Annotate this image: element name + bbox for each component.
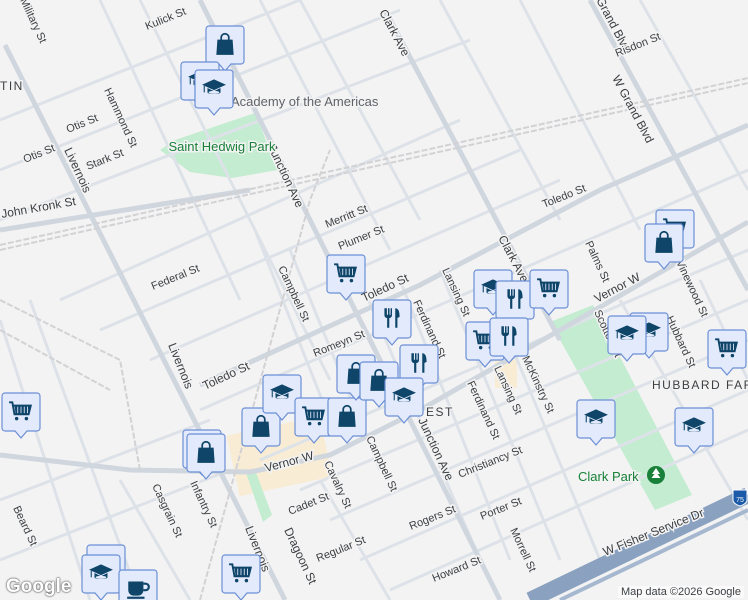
street-label-clark: Clark Ave: [376, 7, 413, 59]
marker-graduation-cap[interactable]: [81, 554, 121, 600]
street-label-toledo: Toledo St: [200, 359, 252, 393]
google-logo: Google: [6, 576, 72, 597]
marker-shopping-cart[interactable]: [221, 554, 261, 600]
marker-shopping-bag[interactable]: [644, 223, 684, 270]
street-label-fisher: W Fisher Service Dr: [601, 506, 706, 559]
street-label-federal: Federal St: [150, 263, 202, 293]
marker-shopping-bag[interactable]: [241, 407, 281, 454]
park-label-saint-hedwig: Saint Hedwig Park: [169, 139, 276, 154]
marker-restaurant[interactable]: [489, 317, 529, 364]
street-label-infantry: Infantry St: [187, 479, 219, 530]
interstate-75-shield: 75: [732, 489, 748, 507]
marker-graduation-cap[interactable]: [607, 315, 647, 362]
marker-graduation-cap[interactable]: [194, 69, 234, 116]
street-label-otis: Otis St: [22, 142, 57, 165]
marker-shopping-bag[interactable]: [327, 397, 367, 444]
street-label-beard: Beard St: [10, 504, 39, 548]
street-label-stark: Stark St: [85, 147, 126, 173]
street-label-livernois: Livernois: [165, 341, 196, 391]
street-label-palms: Palms St: [582, 239, 611, 284]
street-label-campbell: Campbell St: [363, 434, 399, 493]
marker-shopping-cart[interactable]: [1, 392, 41, 439]
marker-shopping-cart[interactable]: [326, 254, 366, 301]
marker-shopping-cart[interactable]: [529, 269, 569, 316]
marker-graduation-cap[interactable]: [674, 407, 714, 454]
neighborhood-label-west: EST: [426, 405, 454, 419]
neighborhood-label-tin: TIN: [0, 79, 24, 93]
marker-graduation-cap[interactable]: [576, 399, 616, 446]
marker-coffee-cup[interactable]: [118, 569, 158, 600]
marker-graduation-cap[interactable]: [384, 377, 424, 424]
street-label-dragoon: Dragoon St: [281, 525, 320, 587]
marker-restaurant[interactable]: [372, 299, 412, 346]
street-label-military: Military St: [17, 0, 48, 45]
marker-shopping-cart[interactable]: [294, 397, 334, 444]
marker-shopping-cart[interactable]: [707, 329, 747, 376]
neighborhood-label-hubbard-farms: HUBBARD FARMS: [652, 378, 748, 392]
street-label-kulick: Kulick St: [144, 6, 188, 33]
i75-label: 75: [736, 497, 744, 504]
street-label-morrell: Morrell St: [507, 526, 538, 574]
street-label-plumer: Plumer St: [337, 224, 386, 253]
map-canvas[interactable]: Livernois Livernois Livernois Junction A…: [0, 0, 748, 600]
park-label-clark-park: Clark Park: [578, 469, 639, 484]
street-label-kronk: John Kronk St: [0, 194, 77, 221]
map-data-credit[interactable]: Map data ©2026 Google: [617, 586, 744, 598]
street-label-ferdinand: Ferdinand St: [464, 379, 501, 441]
poi-academy: Academy of the Americas: [231, 94, 379, 109]
interstate-75: [526, 487, 748, 600]
marker-shopping-bag[interactable]: [186, 433, 226, 480]
street-label-cadet: Cadet St: [287, 491, 331, 518]
